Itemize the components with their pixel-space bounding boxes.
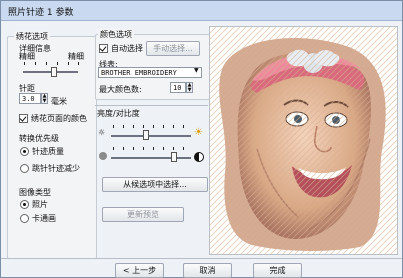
- priority-stitch-quality-label: 针迹质量: [32, 147, 64, 156]
- contrast-tick: [123, 147, 124, 150]
- contrast-tick: [113, 147, 114, 150]
- brightness-slider-thumb[interactable]: [143, 130, 149, 140]
- refresh-preview-button[interactable]: 更新预览: [102, 207, 184, 222]
- brightness-slider-track[interactable]: [111, 135, 191, 137]
- fineness-tick: [78, 62, 79, 65]
- image-type-title: 图像类型: [19, 188, 51, 197]
- contrast-tick: [183, 147, 184, 150]
- contrast-tick: [133, 147, 134, 150]
- brightness-tick: [153, 125, 154, 128]
- photo-stitch-parameters-window: 照片针迹 1 参数 绣花选项 详细信息 精细 精细 针距 3.0 ▲ ▼ 毫米 绣…: [0, 0, 403, 278]
- contrast-tick: [163, 147, 164, 150]
- max-colors-spinner[interactable]: ▲ ▼: [186, 82, 193, 93]
- fineness-tick: [46, 62, 47, 65]
- stitch-pitch-spinner[interactable]: ▲ ▼: [41, 93, 48, 104]
- back-button[interactable]: < 上一步: [115, 263, 164, 278]
- brightness-tick: [163, 125, 164, 128]
- image-type-photo-radio[interactable]: [20, 200, 29, 209]
- gray-circle-icon: [99, 152, 107, 160]
- finish-button[interactable]: 完成: [253, 263, 302, 278]
- conversion-priority-title: 转换优先级: [19, 134, 59, 143]
- brightness-tick: [123, 125, 124, 128]
- stitch-pitch-input[interactable]: 3.0: [19, 93, 41, 104]
- page-color-label: 绣花页面的颜色: [31, 114, 87, 123]
- fineness-tick: [57, 62, 58, 65]
- contrast-tick: [153, 147, 154, 150]
- stitch-pitch-unit: 毫米: [51, 97, 67, 106]
- sun-outline-icon: ☼: [98, 128, 106, 137]
- choose-from-candidates-button[interactable]: 从候选项中选择...: [102, 177, 208, 192]
- fineness-slider-thumb[interactable]: [51, 67, 57, 77]
- image-type-cartoon-radio[interactable]: [20, 214, 29, 223]
- sun-filled-icon: ☀: [194, 127, 203, 138]
- brightness-tick: [173, 125, 174, 128]
- brightness-tick: [143, 125, 144, 128]
- fineness-tick: [24, 62, 25, 65]
- contrast-slider-thumb[interactable]: [171, 152, 177, 162]
- window-titlebar: 照片针迹 1 参数: [1, 1, 402, 21]
- contrast-tick: [173, 147, 174, 150]
- fineness-tick: [68, 62, 69, 65]
- embroidery-options-title: 绣花选项: [14, 31, 50, 42]
- image-type-photo-label: 照片: [32, 200, 48, 209]
- footer-divider: [1, 258, 402, 259]
- stitch-texture-overlay: [210, 27, 397, 254]
- fineness-tick: [35, 62, 36, 65]
- dropdown-arrow-icon[interactable]: ▼: [194, 67, 199, 74]
- contrast-slider-track[interactable]: [111, 157, 191, 159]
- auto-select-checkbox[interactable]: [99, 44, 108, 53]
- max-colors-label: 最大颜色数:: [99, 85, 142, 94]
- thread-table-select[interactable]: BROTHER EMBROIDERY: [98, 67, 202, 78]
- cancel-button[interactable]: 取消: [183, 263, 232, 278]
- brightness-tick: [133, 125, 134, 128]
- priority-stitch-quality-radio[interactable]: [20, 147, 29, 156]
- fineness-min-label: 精细: [19, 52, 35, 61]
- page-color-checkbox[interactable]: [19, 114, 28, 123]
- contrast-tick: [143, 147, 144, 150]
- brightness-divider: [95, 105, 208, 106]
- fineness-max-label: 精细: [68, 52, 84, 61]
- window-title: 照片针迹 1 参数: [8, 8, 74, 18]
- brightness-tick: [183, 125, 184, 128]
- brightness-contrast-title: 亮度/对比度: [97, 109, 140, 118]
- half-circle-icon: [194, 152, 204, 162]
- priority-jump-reduce-label: 跳针针迹减少: [32, 164, 80, 173]
- color-options-title: 颜色选项: [98, 29, 134, 40]
- priority-jump-reduce-radio[interactable]: [20, 164, 29, 173]
- embroidery-preview-frame: [209, 26, 398, 255]
- embroidered-photo-preview: [210, 27, 397, 254]
- max-colors-input[interactable]: 10: [170, 82, 186, 93]
- brightness-tick: [113, 125, 114, 128]
- auto-select-label: 自动选择: [111, 44, 143, 53]
- manual-select-button[interactable]: 手动选择...: [146, 41, 200, 56]
- image-type-cartoon-label: 卡通画: [32, 214, 56, 223]
